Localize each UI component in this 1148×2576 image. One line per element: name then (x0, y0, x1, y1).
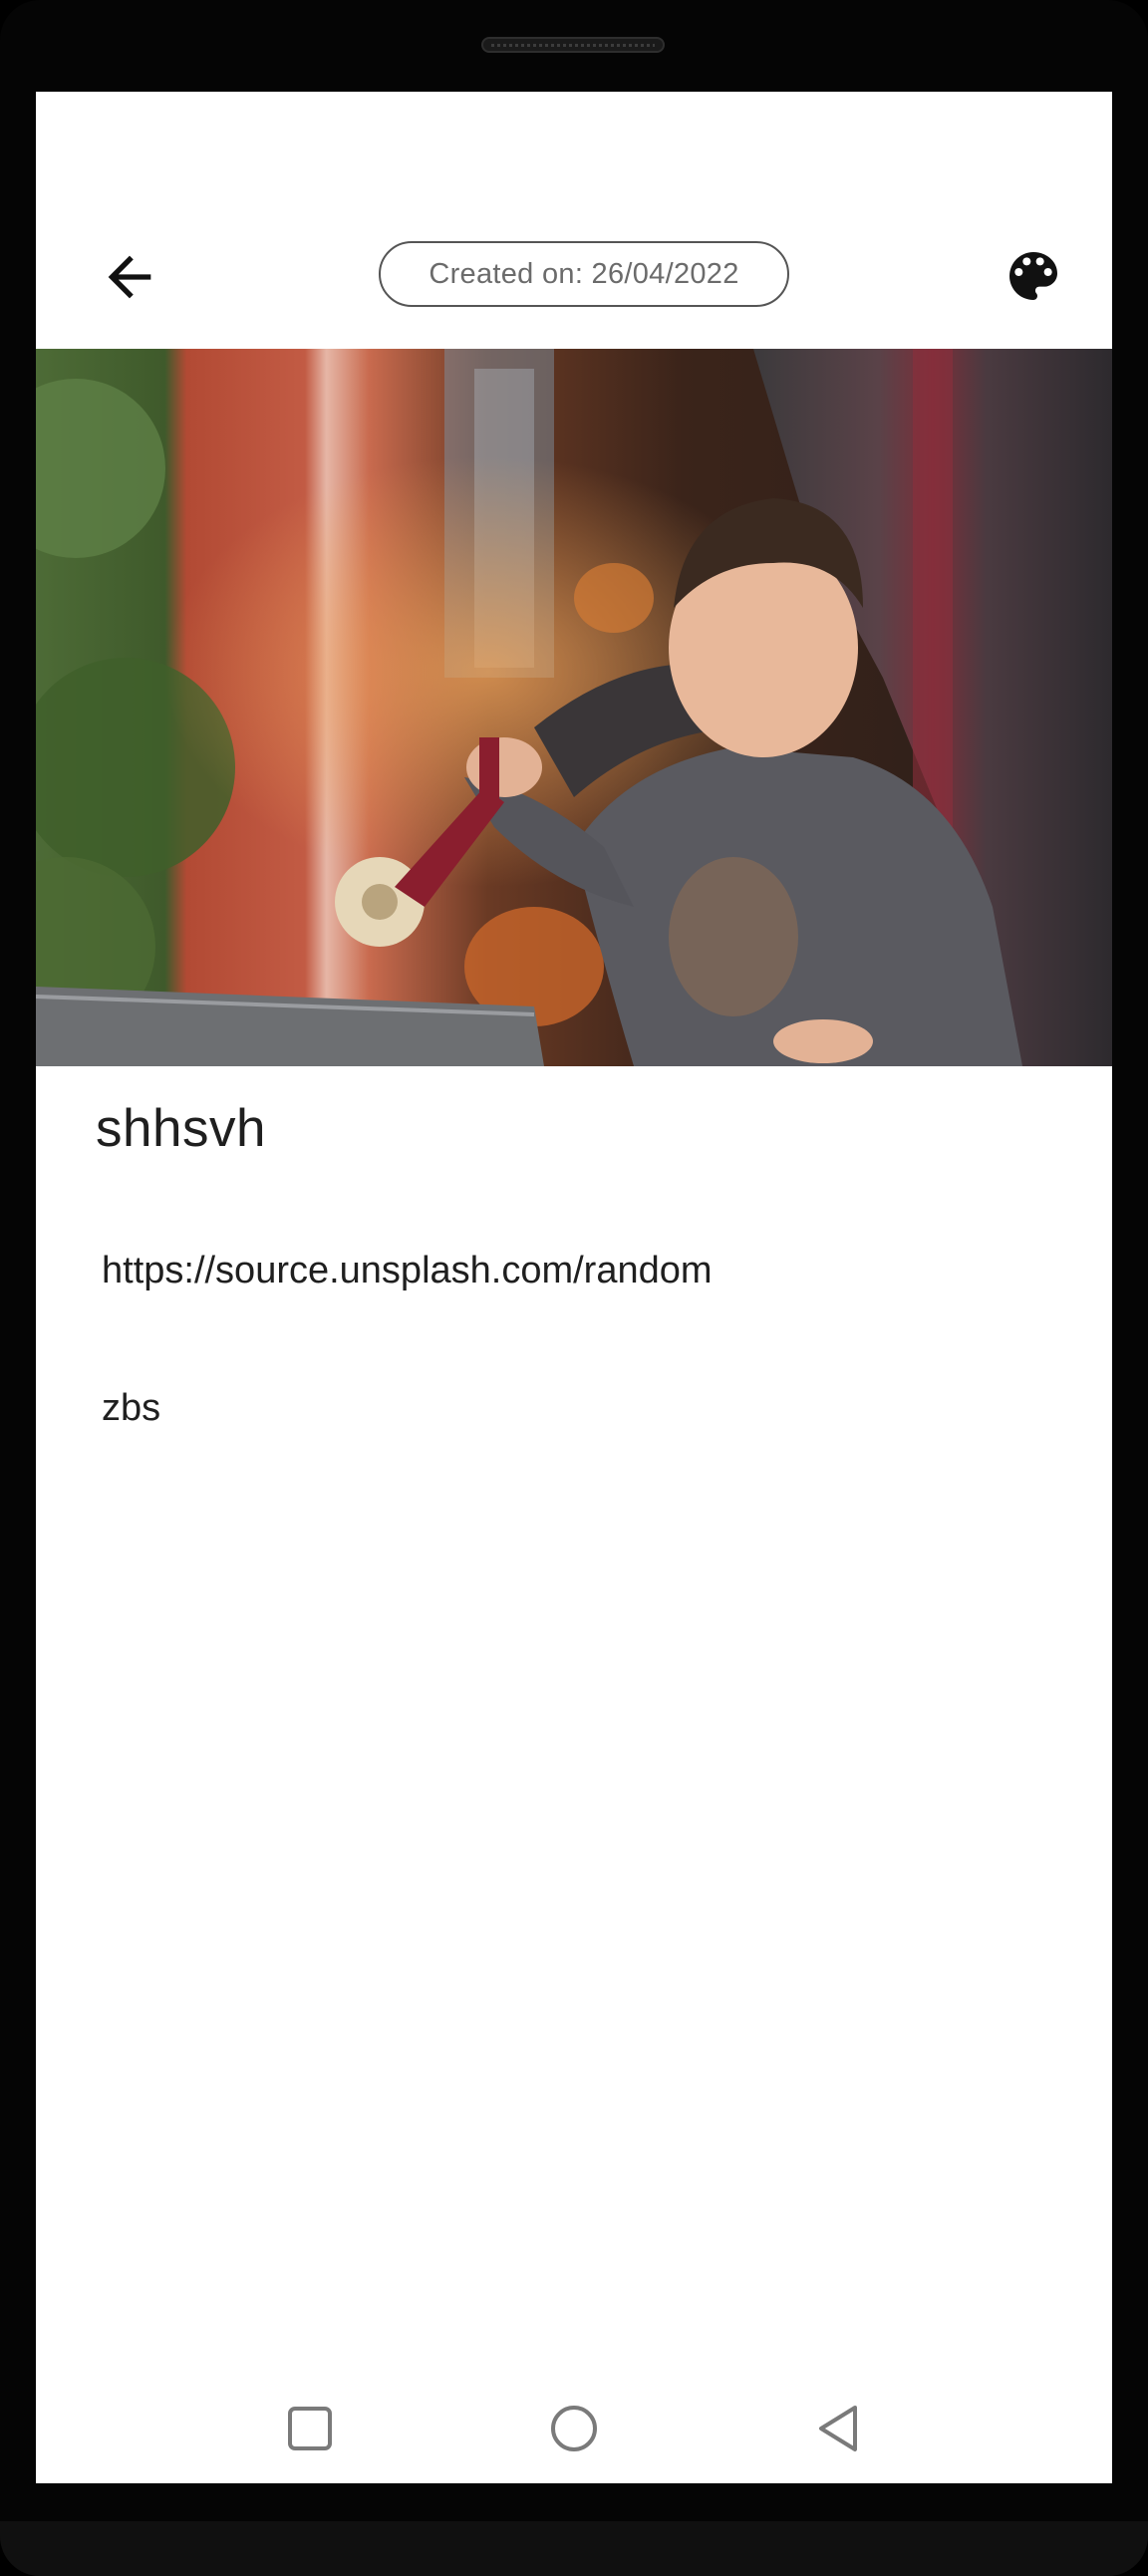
app-screen: Created on: 26/04/2022 shhsvh https://so… (36, 92, 1112, 2483)
child-photo (36, 349, 1112, 1066)
created-date-chip: Created on: 26/04/2022 (379, 241, 789, 307)
earpiece-speaker (481, 37, 665, 53)
note-body-text: zbs (102, 1387, 161, 1429)
recents-button[interactable] (275, 2394, 345, 2463)
system-navigation-bar (36, 2374, 1112, 2483)
note-link-text: https://source.unsplash.com/random (102, 1250, 713, 1291)
created-date-label: Created on: 26/04/2022 (429, 257, 739, 290)
note-title: shhsvh (96, 1099, 266, 1158)
note-image (36, 349, 1112, 1066)
triangle-back-icon (819, 2406, 857, 2451)
system-back-button[interactable] (803, 2394, 873, 2463)
back-button[interactable] (92, 239, 167, 315)
device-bottom-bezel (0, 2521, 1148, 2576)
color-palette-button[interactable] (999, 241, 1068, 311)
square-icon (288, 2407, 332, 2450)
phone-frame: Created on: 26/04/2022 shhsvh https://so… (0, 0, 1148, 2576)
circle-icon (551, 2406, 597, 2451)
arrow-back-icon (108, 255, 151, 299)
home-button[interactable] (539, 2394, 609, 2463)
palette-icon (1009, 252, 1057, 300)
